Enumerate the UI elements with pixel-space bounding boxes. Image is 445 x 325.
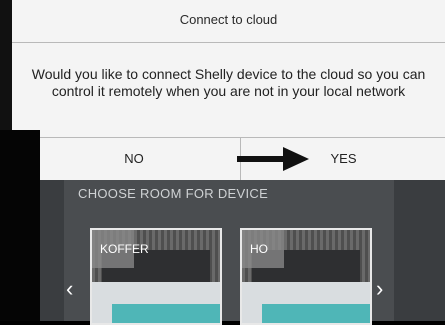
chevron-left-icon[interactable]: ‹	[66, 276, 73, 302]
no-button[interactable]: NO	[40, 138, 228, 180]
arrow-right-icon	[237, 147, 309, 171]
room-image-blanket	[262, 304, 370, 323]
screen: CHOOSE ROOM FOR DEVICE KOFFER HO ‹ › Con…	[0, 0, 445, 325]
connect-cloud-dialog: Connect to cloud Would you like to conne…	[12, 0, 445, 180]
dialog-message: Would you like to connect Shelly device …	[31, 66, 426, 99]
room-label: HO	[250, 242, 268, 256]
dark-side-strip-top	[12, 130, 40, 180]
room-image-blanket	[112, 304, 220, 323]
chevron-right-icon[interactable]: ›	[376, 276, 383, 302]
room-card-koffer[interactable]: KOFFER	[90, 228, 222, 325]
room-section-title: CHOOSE ROOM FOR DEVICE	[78, 186, 269, 201]
room-label: KOFFER	[100, 242, 149, 256]
room-card-ho[interactable]: HO	[240, 228, 372, 325]
dialog-title: Connect to cloud	[179, 12, 278, 27]
divider	[12, 42, 445, 43]
